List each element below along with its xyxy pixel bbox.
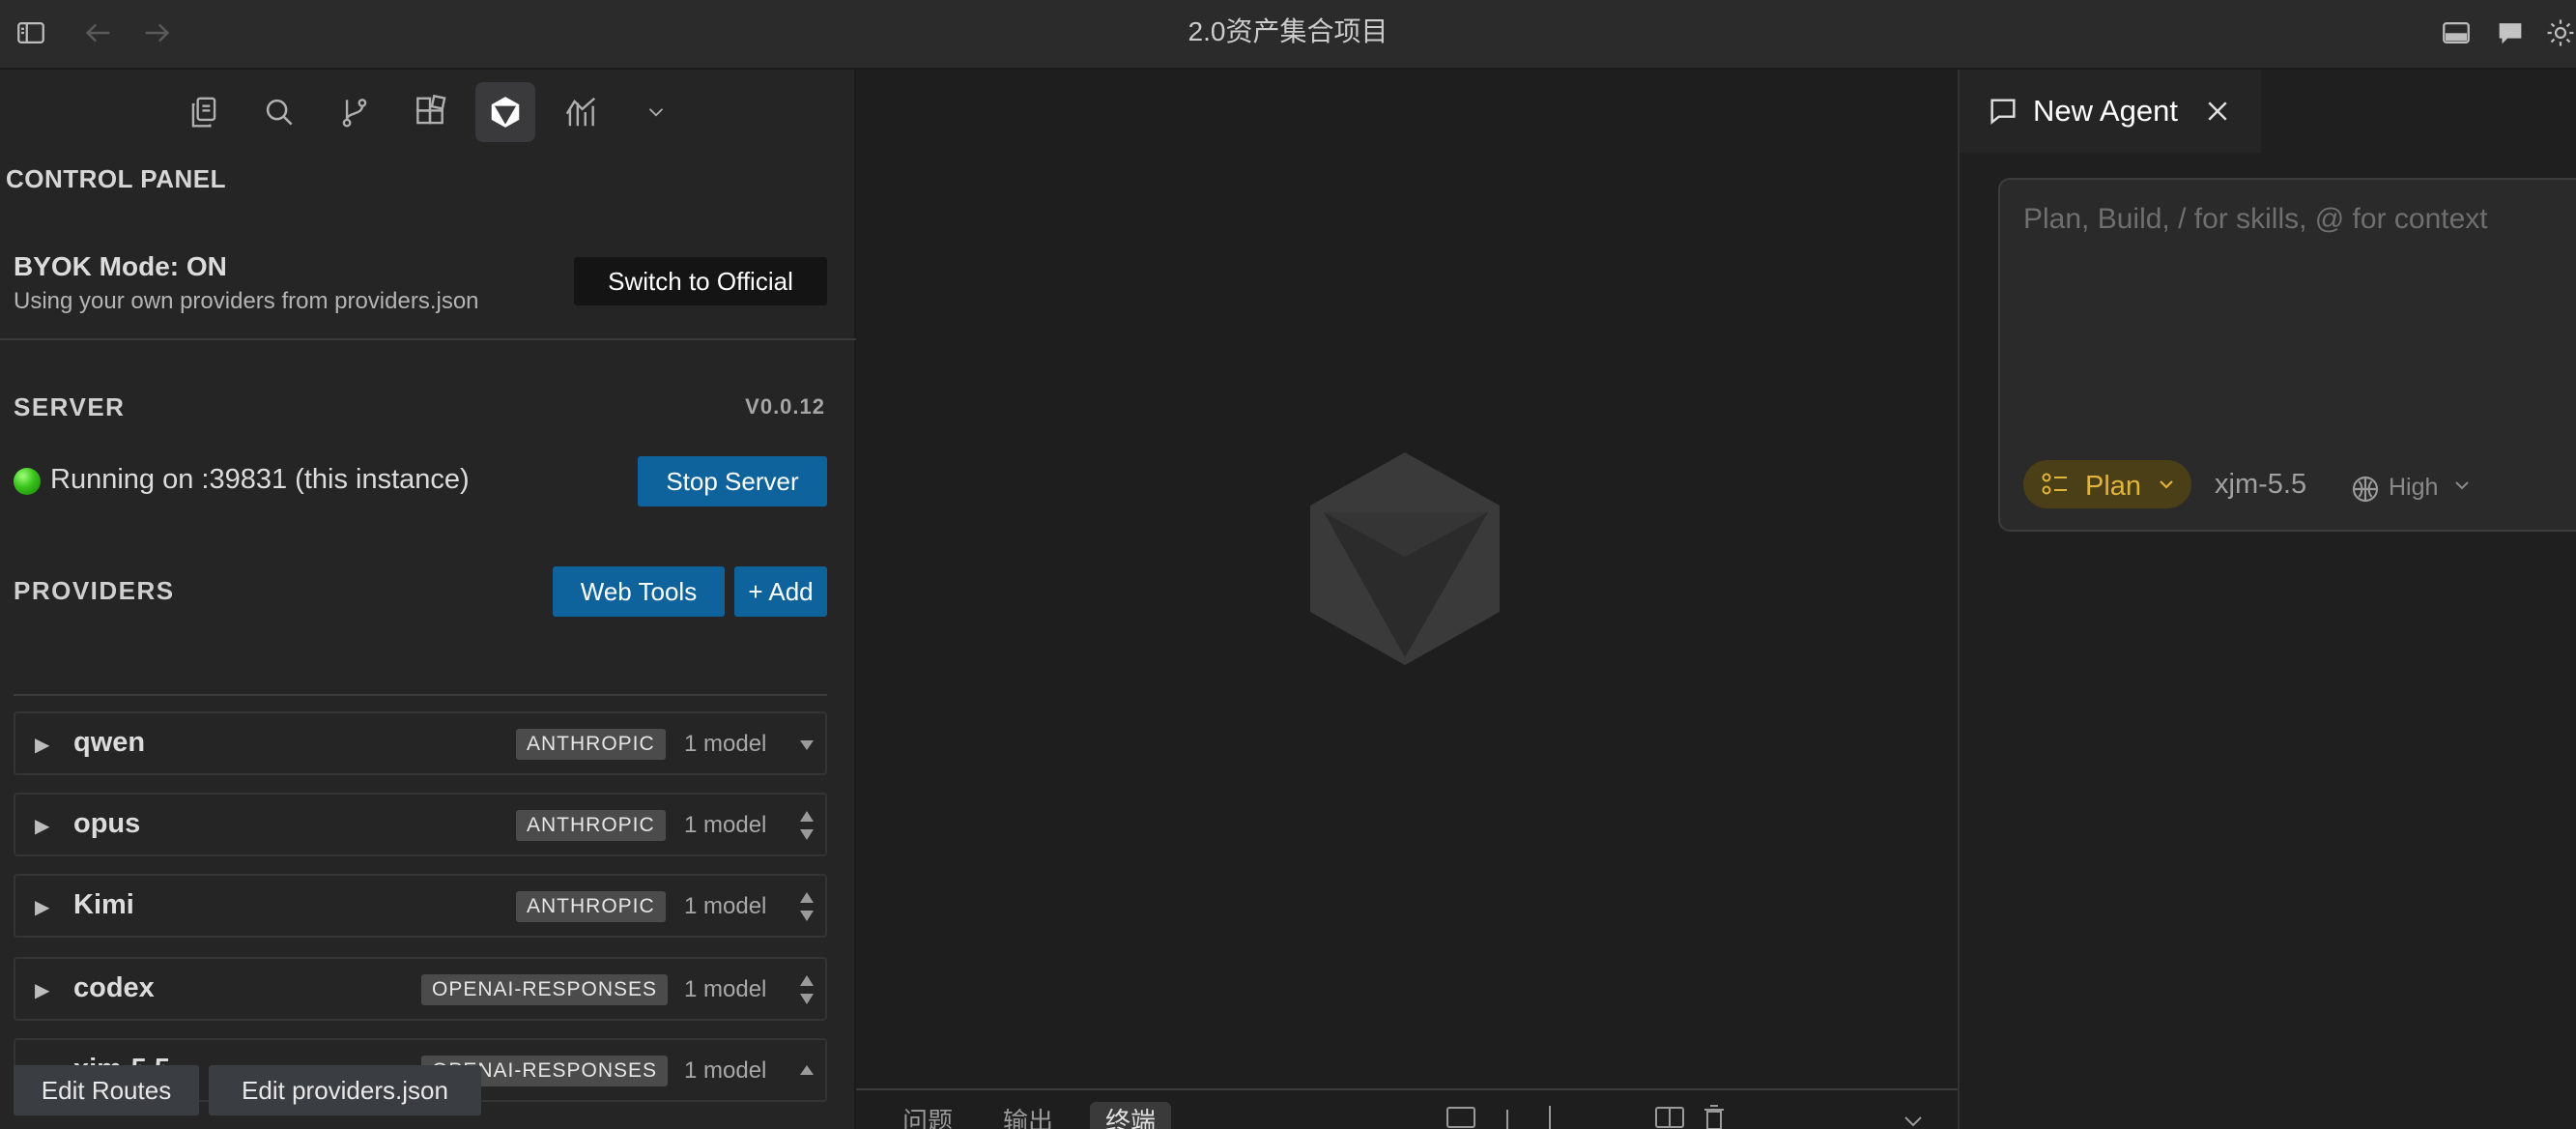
expand-triangle-icon[interactable]: ▶ [35,978,49,1002]
agent-input-box[interactable]: Plan, Build, / for skills, @ for context… [1998,178,2576,532]
edit-providers-json-button[interactable]: Edit providers.json [209,1065,481,1115]
edit-routes-button[interactable]: Edit Routes [14,1065,199,1115]
search-icon[interactable] [249,82,309,142]
provider-type-badge: ANTHROPIC [516,810,666,841]
reorder-arrows-icon[interactable] [796,887,817,926]
tab-new-agent[interactable]: New Agent [1960,70,2261,153]
provider-name: opus [73,808,141,839]
provider-model-count: 1 model [684,812,767,838]
provider-type-badge: OPENAI-RESPONSES [421,974,669,1005]
bottom-panel-tabs: 问题 输出 终端 [856,1088,1960,1129]
close-panel-icon[interactable] [1896,1100,1931,1129]
expand-triangle-icon[interactable]: ▶ [35,814,49,838]
agent-tab-label: New Agent [2033,94,2178,128]
chat-icon [1990,99,2016,125]
provider-model-count: 1 model [684,1057,767,1084]
control-panel: CONTROL PANEL BYOK Mode: ON Using your o… [0,70,856,1129]
model-selector[interactable]: xjm-5.5 [2215,469,2306,501]
add-provider-button[interactable]: + Add [734,566,827,617]
cube-watermark-icon [1310,452,1500,665]
tab-output[interactable]: 输出 [1003,1102,1053,1129]
new-terminal-icon[interactable] [1444,1100,1478,1129]
server-status-text: Running on :39831 (this instance) [50,464,470,495]
divider [0,338,856,340]
tab-terminal[interactable]: 终端 [1090,1102,1172,1129]
control-panel-title: CONTROL PANEL [6,164,226,193]
brain-icon [2352,476,2379,503]
provider-model-count: 1 model [684,976,767,1002]
provider-type-badge: ANTHROPIC [516,729,666,760]
expand-triangle-icon[interactable]: ▶ [35,733,49,757]
window-title: 2.0资产集合项目 [1188,16,1388,46]
provider-row[interactable]: ▶ qwen ANTHROPIC 1 model [14,711,827,775]
server-section-label: SERVER [14,392,126,421]
effort-selector[interactable]: High [2389,474,2438,502]
expand-triangle-icon[interactable]: ▶ [35,895,49,919]
close-icon[interactable] [2203,97,2232,126]
analytics-chart-icon[interactable] [551,82,611,142]
add-icon[interactable] [1490,1100,1525,1129]
chevron-down-icon [2160,480,2173,489]
cube-logo-icon[interactable] [475,82,535,142]
mode-selector-button[interactable]: Plan [2023,460,2191,508]
divider [14,694,827,696]
view-switcher [174,81,686,143]
server-status-dot [14,468,41,495]
tab-problems[interactable]: 问题 [902,1102,953,1129]
separator-icon [1549,1106,1551,1129]
provider-row[interactable]: ▶ codex OPENAI-RESPONSES 1 model [14,957,827,1021]
reorder-arrows-icon[interactable] [796,806,817,845]
reorder-arrows-icon[interactable] [796,970,817,1009]
extensions-icon[interactable] [400,82,460,142]
provider-name: Kimi [73,889,134,920]
panel-layout-icon[interactable] [2439,15,2474,50]
provider-row[interactable]: ▶ opus ANTHROPIC 1 model [14,793,827,856]
title-bar: 2.0资产集合项目 [0,0,2576,70]
switch-to-official-button[interactable]: Switch to Official [574,257,827,305]
chevron-down-icon[interactable] [626,82,686,142]
provider-type-badge: ANTHROPIC [516,891,666,922]
provider-name: codex [73,972,155,1003]
plan-list-icon [2042,473,2067,495]
web-tools-button[interactable]: Web Tools [553,566,725,617]
settings-gear-icon[interactable] [2543,15,2576,50]
chevron-down-icon[interactable] [2452,476,2472,495]
move-down-icon[interactable] [796,725,817,764]
stop-server-button[interactable]: Stop Server [638,456,827,507]
agent-panel: New Agent Plan, Build, / for skills, @ f… [1958,70,2576,1129]
byok-mode-title: BYOK Mode: ON [14,251,227,281]
provider-model-count: 1 model [684,893,767,919]
provider-row[interactable]: ▶ Kimi ANTHROPIC 1 model [14,874,827,938]
server-version: V0.0.12 [745,394,825,419]
split-terminal-icon[interactable] [1652,1100,1687,1129]
providers-section-label: PROVIDERS [14,576,175,605]
move-up-icon[interactable] [796,1052,817,1090]
editor-area [856,70,1960,1129]
mode-label: Plan [2085,471,2142,502]
agent-input-placeholder[interactable]: Plan, Build, / for skills, @ for context [2023,203,2488,236]
explorer-files-icon[interactable] [174,82,234,142]
provider-name: qwen [73,727,146,758]
provider-model-count: 1 model [684,731,767,757]
chat-bubble-icon[interactable] [2493,15,2528,50]
trash-icon[interactable] [1697,1100,1732,1129]
byok-mode-subtitle: Using your own providers from providers.… [14,288,479,314]
source-control-icon[interactable] [325,82,385,142]
